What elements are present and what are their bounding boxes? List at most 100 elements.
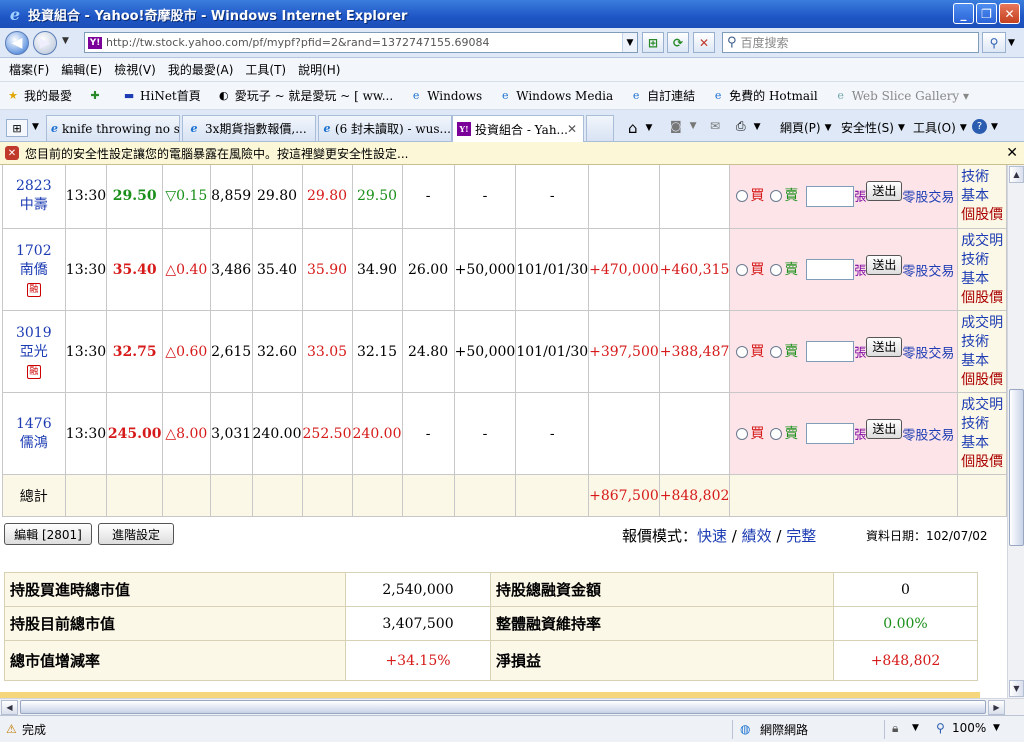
menu-favorites[interactable]: 我的最愛(A) [168,61,234,78]
basic-link[interactable]: 基本 [961,270,1005,289]
scroll-right-icon[interactable]: ▶ [988,700,1005,715]
zoom-dropdown-icon[interactable]: ▼ [993,723,1000,733]
stock-price-link[interactable]: 個股價 [961,453,1005,472]
tab-list-icon[interactable]: ▼ [32,122,39,132]
mode-performance-link[interactable]: 績效 [742,527,772,545]
search-options-icon[interactable]: ▼ [1008,38,1015,48]
stock-code[interactable]: 1702 [3,242,65,261]
url-text[interactable]: http://tw.stock.yahoo.com/pf/mypf?pfid=2… [106,36,489,49]
quantity-input[interactable] [806,341,855,363]
safety-menu[interactable]: 安全性(S) ▼ [841,119,905,136]
stock-cell[interactable]: 1476 儒鴻 [2,392,66,475]
search-button[interactable]: ⚲ [982,32,1006,53]
zoom-level[interactable]: 100% [952,721,986,735]
fav-custom-links[interactable]: e 自訂連結 [623,87,695,104]
search-box[interactable]: ⚲ 百度搜索 [722,32,979,53]
new-tab-button[interactable] [586,115,614,141]
odd-lot-link[interactable]: 零股交易 [902,428,954,443]
trade-detail-link[interactable]: 成交明 [961,232,1005,251]
page-menu[interactable]: 網頁(P) ▼ [780,119,832,136]
horizontal-scrollbar[interactable]: ◀ ▶ [0,698,1024,715]
stock-cell[interactable]: 2823 中壽 [2,165,66,229]
buy-radio[interactable] [736,427,749,440]
technical-link[interactable]: 技術 [961,168,1005,187]
mode-fast-link[interactable]: 快速 [697,527,727,545]
technical-link[interactable]: 技術 [961,333,1005,352]
home-button[interactable]: ⌂ ▼ [628,119,652,137]
odd-lot-link[interactable]: 零股交易 [902,346,954,361]
tab-mail[interactable]: e (6 封未讀取) - wus... [318,115,452,141]
submit-order-button[interactable]: 送出 [866,181,903,202]
menu-edit[interactable]: 編輯(E) [61,61,102,78]
minimize-button[interactable]: _ [953,3,974,24]
menu-help[interactable]: 說明(H) [298,61,340,78]
stock-cell[interactable]: 1702 南僑融 [2,228,66,311]
favorites-button[interactable]: ★ 我的最愛 [0,87,72,104]
menu-file[interactable]: 檔案(F) [9,61,49,78]
tab-futures[interactable]: e 3x期貨指數報價,... [182,115,316,141]
vertical-scroll-thumb[interactable] [1009,389,1024,546]
trade-detail-link[interactable]: 成交明 [961,314,1005,333]
feeds-button[interactable]: ◙ ▼ [670,119,697,133]
stock-code[interactable]: 3019 [3,324,65,343]
stock-code[interactable]: 1476 [3,415,65,434]
buy-radio[interactable] [736,190,749,203]
technical-link[interactable]: 技術 [961,251,1005,270]
stock-price-link[interactable]: 個股價 [961,289,1005,308]
mode-full-link[interactable]: 完整 [786,527,816,545]
tab-portfolio[interactable]: Y! 投資組合 - Yah... ✕ [452,115,584,142]
menu-tools[interactable]: 工具(T) [245,61,286,78]
search-input[interactable]: 百度搜索 [741,34,789,51]
odd-lot-link[interactable]: 零股交易 [902,191,954,206]
quick-tabs-icon[interactable]: ⊞ [6,119,28,137]
stop-button[interactable]: ✕ [693,32,715,53]
stock-name[interactable]: 亞光 [3,343,65,362]
submit-order-button[interactable]: 送出 [866,418,903,439]
back-button[interactable]: ◀ [5,31,29,55]
scroll-left-icon[interactable]: ◀ [1,700,18,715]
close-tab-icon[interactable]: ✕ [567,122,577,136]
close-button[interactable]: ✕ [999,3,1020,24]
zoom-icon[interactable]: ⚲ [936,721,945,735]
fav-hotmail[interactable]: e 免費的 Hotmail [705,87,818,104]
stock-name[interactable]: 中壽 [3,196,65,215]
buy-radio[interactable] [736,345,749,358]
compat-view-icon[interactable]: ⊞ [642,32,664,53]
sell-radio[interactable] [770,190,783,203]
fav-iwanzi[interactable]: ◐ 愛玩子 ~ 就是愛玩 ~ [ ww... [211,87,393,104]
stock-price-link[interactable]: 個股價 [961,206,1005,225]
trade-detail-link[interactable]: 成交明 [961,396,1005,415]
fav-windows-media[interactable]: e Windows Media [492,89,613,103]
odd-lot-link[interactable]: 零股交易 [902,264,954,279]
mail-button[interactable]: ✉ [710,119,720,133]
stock-name[interactable]: 儒鴻 [3,434,65,453]
quantity-input[interactable] [806,259,855,281]
basic-link[interactable]: 基本 [961,187,1005,206]
sell-radio[interactable] [770,345,783,358]
print-button[interactable]: ⎙ ▼ [736,119,761,134]
refresh-button[interactable]: ⟳ [667,32,689,53]
basic-link[interactable]: 基本 [961,434,1005,453]
infobar-text[interactable]: 您目前的安全性設定讓您的電腦暴露在風險中。按這裡變更安全性設定... [25,145,408,162]
security-infobar[interactable]: ✕ 您目前的安全性設定讓您的電腦暴露在風險中。按這裡變更安全性設定... ✕ [0,142,1024,165]
sell-radio[interactable] [770,427,783,440]
address-field[interactable]: Y! http://tw.stock.yahoo.com/pf/mypf?pfi… [84,32,638,53]
stock-code[interactable]: 2823 [3,177,65,196]
stock-cell[interactable]: 3019 亞光融 [2,310,66,393]
protected-mode-icon[interactable]: 🔒︎ [892,721,898,736]
edit-button[interactable]: 編輯 [2801] [4,523,92,545]
scroll-up-icon[interactable]: ▲ [1009,166,1024,183]
stock-name[interactable]: 南僑 [3,261,65,280]
scroll-down-icon[interactable]: ▼ [1009,680,1024,697]
tab-knife[interactable]: eknife throwing no sp... [46,115,180,141]
close-infobar-icon[interactable]: ✕ [1006,145,1018,161]
horizontal-scroll-thumb[interactable] [20,700,986,714]
fav-web-slice-gallery[interactable]: e Web Slice Gallery ▾ [828,89,969,103]
quantity-input[interactable] [806,185,855,207]
technical-link[interactable]: 技術 [961,415,1005,434]
maximize-button[interactable]: ❐ [976,3,997,24]
buy-radio[interactable] [736,263,749,276]
stock-price-link[interactable]: 個股價 [961,371,1005,390]
tools-menu[interactable]: 工具(O) ▼ [913,119,967,136]
fav-windows[interactable]: e Windows [403,89,482,103]
